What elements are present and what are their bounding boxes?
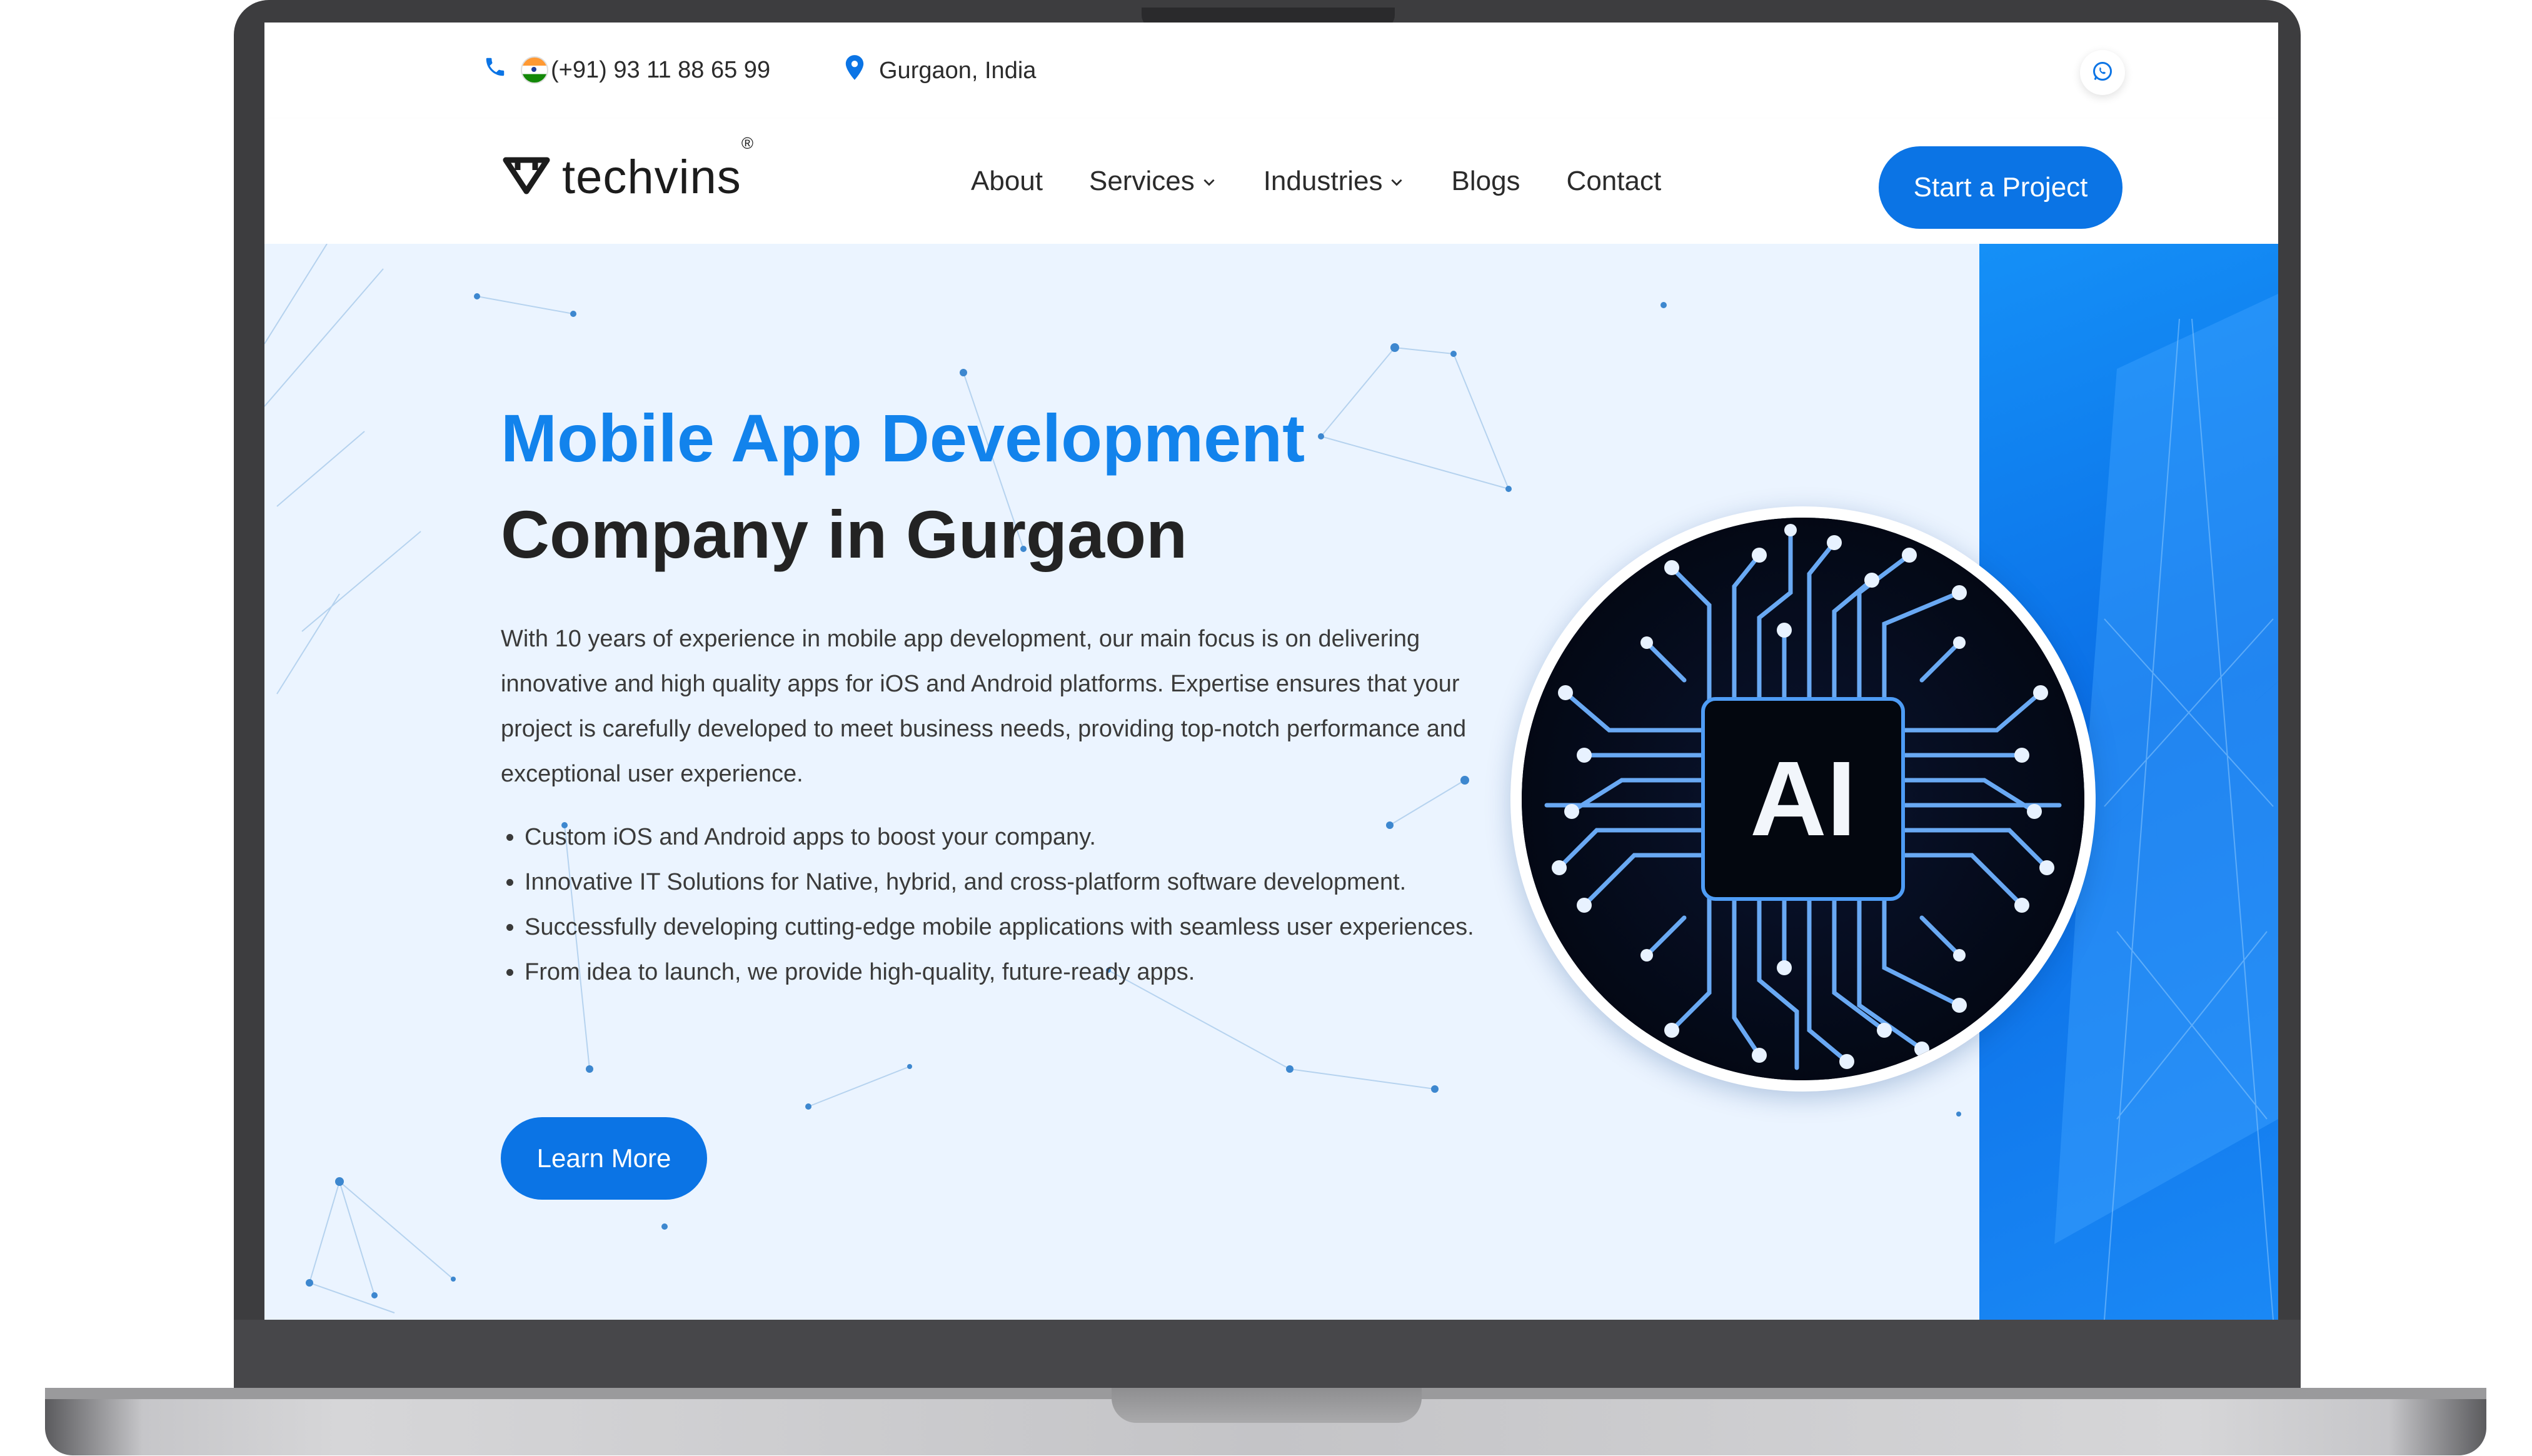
nav-item-label: Industries [1263,166,1383,196]
phone-number: (+91) 93 11 88 65 99 [551,56,771,83]
hero-title-line2: Company in Gurgaon [501,496,1188,572]
nav-item-blogs[interactable]: Blogs [1451,166,1520,197]
hero-section: Mobile App Development Company in Gurgao… [264,244,2278,1320]
hero-title-line1: Mobile App Development [501,400,1305,476]
whatsapp-icon [2091,60,2114,86]
location-text: Gurgaon, India [879,57,1037,84]
nav-menu: About Services Industries Blogs Contact [971,119,1661,244]
location-pin-icon [844,55,865,86]
logo-registered-mark: ® [741,134,754,153]
nav-item-label: Services [1088,166,1195,196]
chevron-down-icon [1201,166,1217,197]
nav-item-industries[interactable]: Industries [1263,166,1405,197]
hero-bullet-list: Custom iOS and Android apps to boost you… [501,815,1537,995]
list-item: From idea to launch, we provide high-qua… [525,950,1537,995]
nav-item-label: Contact [1566,166,1662,196]
ai-chip-label: AI [1750,740,1856,858]
nav-item-about[interactable]: About [971,166,1043,197]
hero-intro-text: With 10 years of experience in mobile ap… [501,626,1467,787]
laptop-bezel-bottom [234,1320,2301,1394]
main-navigation: techvins® About Services Industries Blog… [264,119,2278,244]
start-project-button[interactable]: Start a Project [1879,146,2123,229]
nav-item-contact[interactable]: Contact [1567,166,1662,197]
nav-item-label: Blogs [1451,166,1520,196]
website-screen: (+91) 93 11 88 65 99 Gurgaon, India tech… [264,23,2278,1320]
whatsapp-button[interactable] [2080,50,2125,95]
nav-item-label: About [971,166,1043,196]
list-item: Custom iOS and Android apps to boost you… [525,815,1537,860]
phone-icon [483,55,507,85]
india-flag-icon [521,56,548,84]
nav-item-services[interactable]: Services [1089,166,1217,197]
ai-chip-image-inner: AI [1522,518,2084,1080]
logo-text: techvins [562,151,741,204]
laptop-opening-notch [1112,1388,1422,1423]
location-contact: Gurgaon, India [844,55,1036,86]
techvins-logo-icon [502,156,551,198]
ai-chip-image: AI [1510,506,2096,1092]
phone-contact[interactable]: (+91) 93 11 88 65 99 [483,55,770,85]
site-logo[interactable]: techvins® [502,134,754,204]
list-item: Innovative IT Solutions for Native, hybr… [525,860,1537,905]
top-contact-bar: (+91) 93 11 88 65 99 Gurgaon, India [264,23,2278,120]
chevron-down-icon [1389,166,1405,197]
learn-more-button[interactable]: Learn More [501,1117,707,1200]
list-item: Successfully developing cutting-edge mob… [525,905,1537,950]
